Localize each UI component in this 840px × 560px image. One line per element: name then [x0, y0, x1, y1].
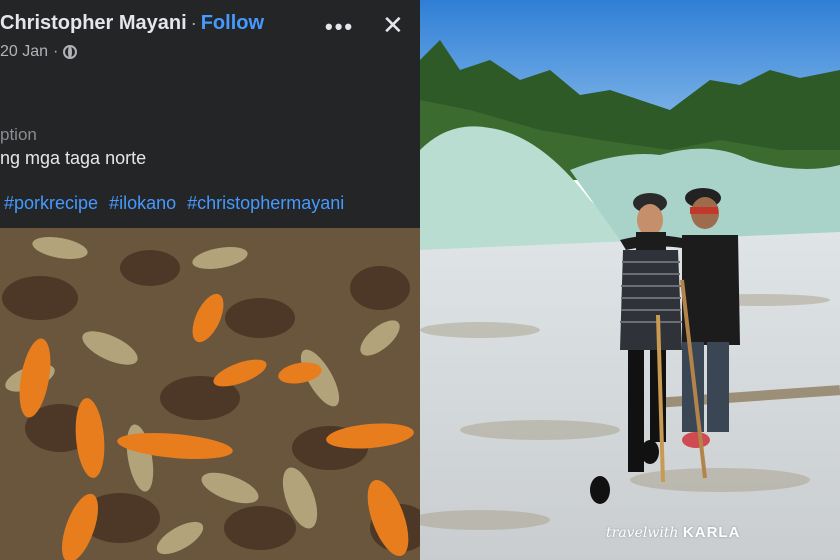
hashtag-link[interactable]: #christophermayani — [187, 193, 344, 213]
watermark-brand: KARLA — [682, 524, 741, 541]
watermark-logo: travelwith KARLA — [606, 524, 740, 541]
food-photo — [0, 228, 420, 560]
globe-icon — [63, 45, 78, 59]
author-row: Christopher Mayani · Follow — [0, 12, 264, 35]
meta-separator: · — [53, 43, 59, 60]
watermark-script: travelwith — [606, 525, 679, 541]
caption-label: ption — [0, 125, 37, 144]
hashtag-link[interactable]: #porkrecipe — [4, 193, 98, 213]
travel-photo-panel: travelwith KARLA — [420, 0, 840, 560]
separator-dot: · — [190, 13, 197, 33]
author-name[interactable]: Christopher Mayani — [0, 12, 187, 35]
close-icon[interactable]: ✕ — [382, 10, 404, 41]
hashtag-link[interactable]: #ilokano — [109, 193, 176, 213]
landscape-photo — [420, 0, 840, 560]
post-date[interactable]: 20 Jan — [0, 43, 48, 61]
post-meta: 20 Jan · — [0, 43, 78, 61]
post-header: Christopher Mayani · Follow ••• ✕ 20 Jan… — [0, 0, 420, 228]
more-options-icon[interactable]: ••• — [325, 14, 354, 40]
hashtag-list: #porkrecipe #ilokano #christophermayani — [4, 193, 350, 214]
follow-button[interactable]: Follow — [201, 12, 264, 35]
facebook-post-panel: Christopher Mayani · Follow ••• ✕ 20 Jan… — [0, 0, 420, 560]
caption-text: ng mga taga norte — [0, 148, 147, 168]
